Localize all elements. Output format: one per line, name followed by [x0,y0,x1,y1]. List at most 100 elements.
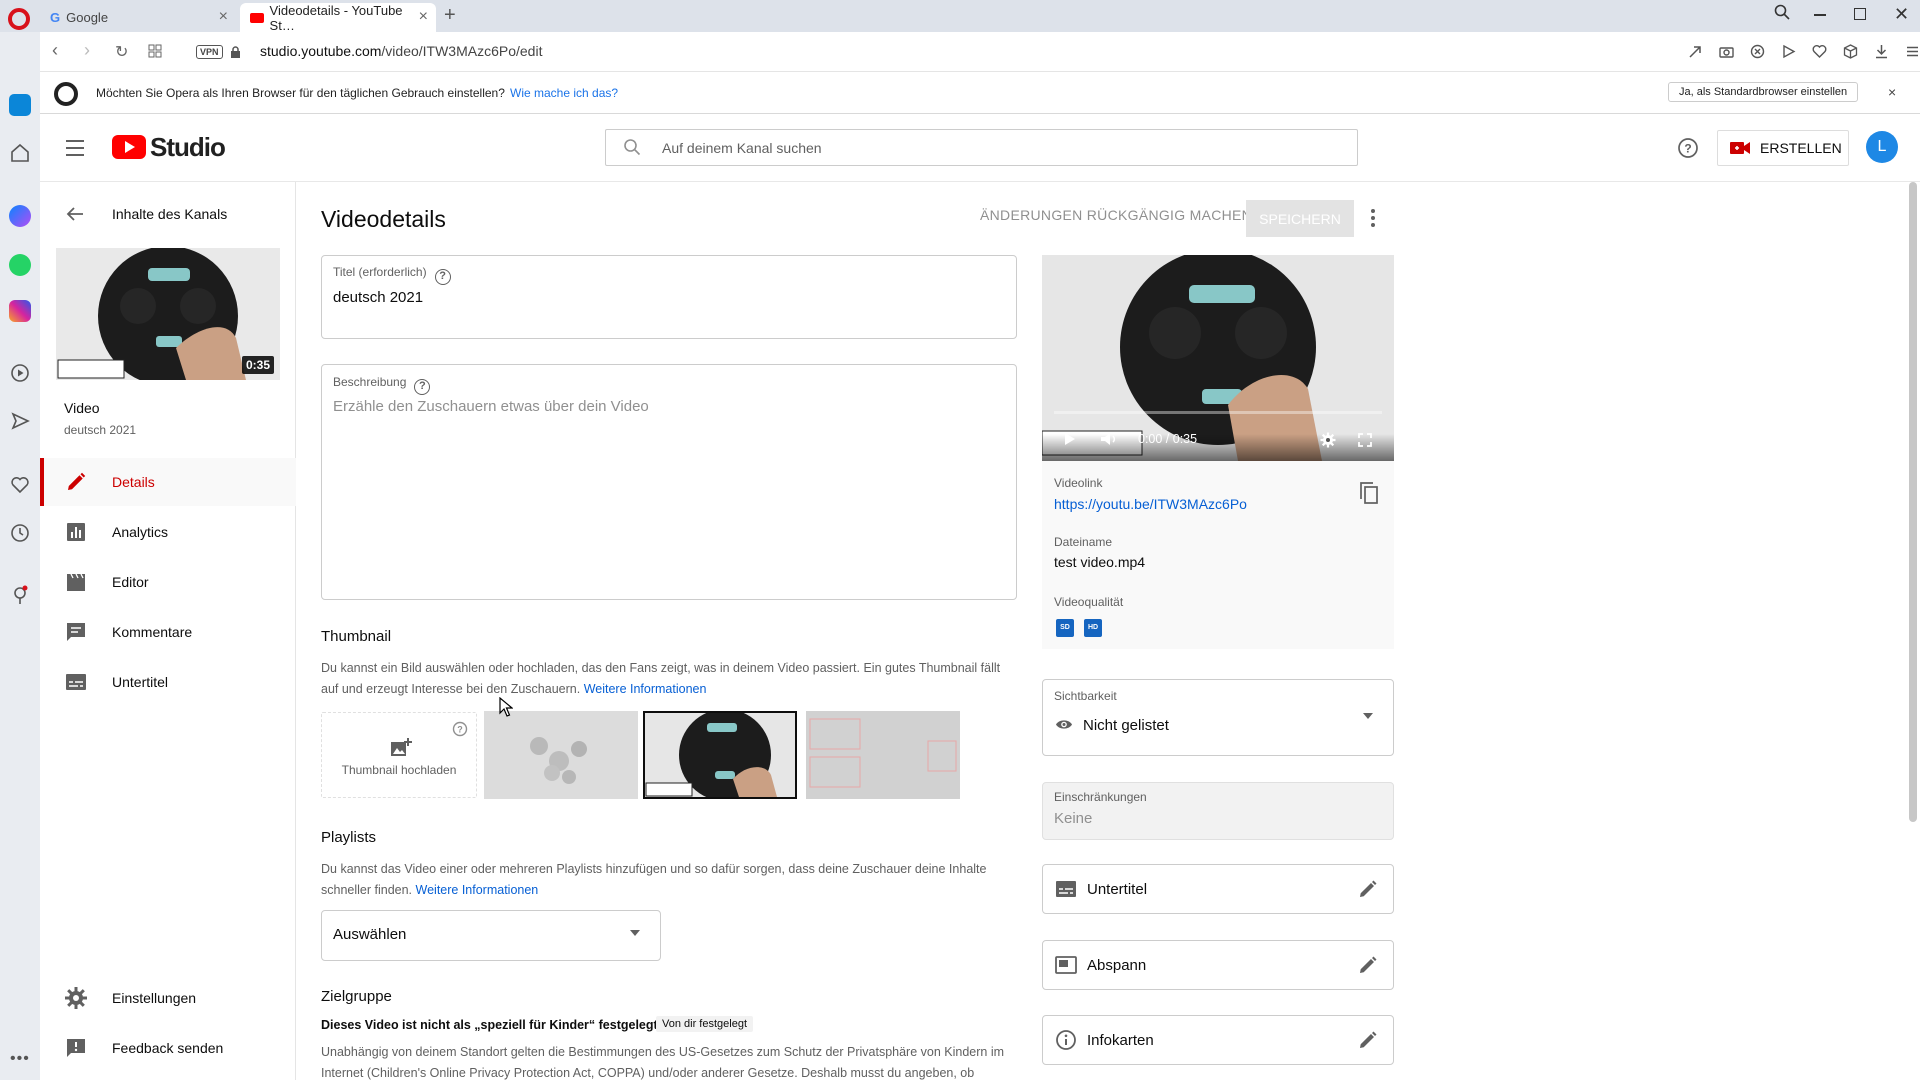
more-options-icon[interactable] [1370,208,1376,228]
video-link[interactable]: https://youtu.be/ITW3MAzc6Po [1054,496,1247,512]
thumbnail-option-3[interactable] [806,711,960,799]
playlists-learn-more-link[interactable]: Weitere Informationen [416,883,539,897]
title-input[interactable]: deutsch 2021 [333,289,423,306]
edit-pencil-icon[interactable] [1357,878,1379,900]
thumbnail-duration: 0:35 [241,356,274,374]
sidebar-more-icon[interactable]: ••• [10,1050,30,1068]
dropdown-arrow-icon [1363,713,1373,719]
subtitles-icon [1056,881,1076,897]
page-scrollbar[interactable] [1909,182,1917,822]
url-field[interactable]: studio.youtube.com/video/ITW3MAzc6Po/edi… [260,43,542,59]
youtube-favicon-icon [250,12,264,23]
create-button[interactable]: ERSTELLEN [1717,130,1849,166]
description-input[interactable]: Erzähle den Zuschauern etwas über dein V… [333,398,649,415]
thumbnail-option-1[interactable] [484,711,638,799]
infobar-how-link[interactable]: Wie mache ich das? [510,86,618,100]
video-heading: Video [64,400,100,416]
nav-item-editor[interactable]: Editor [40,558,296,606]
lock-icon[interactable] [230,46,241,59]
camera-icon[interactable] [1719,44,1734,59]
visibility-value: Nicht gelistet [1083,717,1169,734]
restore-window-icon[interactable] [1854,8,1866,20]
heart-icon[interactable] [1812,44,1827,59]
nav-item-analytics[interactable]: Analytics [40,508,296,556]
copy-icon[interactable] [1360,482,1378,504]
opera-logo-icon [54,82,78,106]
feedback-icon [67,1039,85,1057]
whatsapp-icon[interactable] [9,254,31,276]
close-tab-icon[interactable]: × [219,8,228,26]
fullscreen-icon[interactable] [1358,433,1372,447]
youtube-logo-icon[interactable] [112,135,146,159]
player-icon[interactable] [1781,44,1796,59]
video-thumbnail[interactable]: 0:35 [56,248,280,380]
subtitles-button[interactable]: Untertitel [1042,864,1394,914]
send-icon[interactable] [9,410,31,432]
help-icon[interactable]: ? [414,379,431,395]
video-camera-icon [1730,142,1750,154]
tab-grid-icon[interactable] [148,44,162,58]
save-button[interactable]: SPEICHERN [1246,200,1354,237]
address-bar-actions [1688,44,1920,59]
back-to-channel-content-link[interactable]: Inhalte des Kanals [112,206,227,222]
messenger-icon[interactable] [9,205,31,227]
end-screen-button[interactable]: Abspann [1042,940,1394,990]
nav-item-feedback[interactable]: Feedback senden [40,1024,296,1072]
thumbnail-option-2-selected[interactable] [643,711,797,799]
set-default-browser-button[interactable]: Ja, als Standardbrowser einstellen [1668,82,1859,102]
hamburger-menu-icon[interactable] [64,138,88,158]
avatar[interactable]: L [1866,131,1898,163]
help-icon[interactable]: ? [1677,137,1699,159]
help-icon[interactable]: ? [452,721,468,737]
nav-item-comments[interactable]: Kommentare [40,608,296,656]
adblock-icon[interactable] [1750,44,1765,59]
edit-pencil-icon[interactable] [1357,1029,1379,1051]
tab-google[interactable]: G Google × [40,3,236,32]
nav-item-details[interactable]: Details [40,458,296,506]
bookmarks-heart-icon[interactable] [9,474,31,496]
help-icon[interactable]: ? [434,269,451,285]
close-window-icon[interactable]: ✕ [1894,4,1909,25]
vpn-badge[interactable]: VPN [196,45,223,59]
volume-icon[interactable] [1100,432,1118,446]
studio-logo-text[interactable]: Studio [150,132,226,163]
dropdown-arrow-icon [630,930,640,936]
thumbnail-learn-more-link[interactable]: Weitere Informationen [584,682,707,696]
edit-pencil-icon[interactable] [1357,954,1379,976]
undo-changes-button[interactable]: ÄNDERUNGEN RÜCKGÄNGIG MACHEN [980,207,1252,223]
info-cards-button[interactable]: Infokarten [1042,1015,1394,1065]
infobar-close-icon[interactable]: × [1888,84,1896,100]
opera-menu-icon[interactable] [8,8,30,30]
end-screen-button-label: Abspann [1087,956,1147,974]
pinboard-icon[interactable] [9,584,31,606]
share-icon[interactable] [1688,44,1703,59]
new-tab-button[interactable]: + [444,4,456,27]
play-icon[interactable] [1064,432,1076,446]
minimize-window-icon[interactable] [1814,14,1826,16]
search-tabs-icon[interactable] [1774,4,1790,20]
home-icon[interactable] [9,94,31,116]
speed-dial-icon[interactable] [9,142,31,164]
nav-item-label: Details [112,474,155,490]
reload-icon[interactable]: ↻ [115,42,128,62]
thumbnail-upload-button[interactable]: ? [321,712,477,798]
history-icon[interactable] [9,522,31,544]
forward-icon[interactable]: › [84,40,90,61]
thumbnail-image [806,711,960,799]
video-player[interactable] [1042,255,1394,461]
back-icon[interactable]: ‹ [52,40,58,61]
close-tab-icon[interactable]: × [419,8,428,26]
download-icon[interactable] [1874,44,1889,59]
cube-icon[interactable] [1843,44,1858,59]
nav-item-subtitles[interactable]: Untertitel [40,658,296,706]
hamburger-menu-icon[interactable] [1905,44,1920,59]
tab-videodetails[interactable]: Videodetails - YouTube St… × [240,3,436,33]
back-arrow-icon[interactable] [66,206,84,222]
player-sidebar-icon[interactable] [9,362,31,384]
playlists-heading: Playlists [321,829,377,846]
nav-item-settings[interactable]: Einstellungen [40,974,296,1022]
progress-bar[interactable] [1054,411,1382,414]
player-settings-icon[interactable] [1320,432,1336,448]
search-input[interactable]: Auf deinem Kanal suchen [662,140,822,156]
instagram-icon[interactable] [9,300,31,322]
